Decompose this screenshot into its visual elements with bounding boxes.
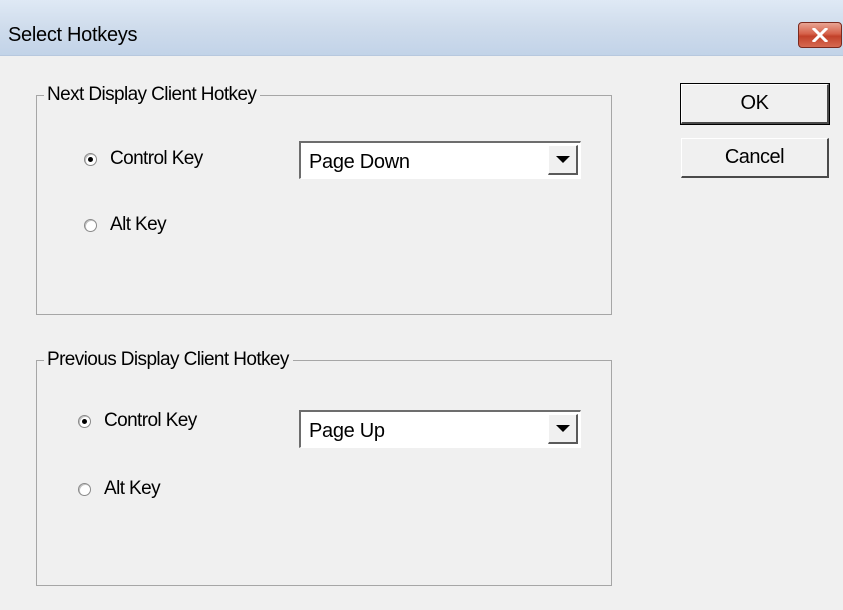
previous-hotkey-group: Previous Display Client Hotkey [36, 347, 612, 586]
previous-control-key-label: Control Key [104, 410, 197, 431]
chevron-down-icon [555, 156, 570, 163]
previous-key-dropdown-button[interactable] [548, 414, 578, 444]
previous-key-select[interactable]: Page Up [299, 410, 581, 448]
select-hotkeys-dialog: Select Hotkeys Next Display Client Hotke… [0, 0, 843, 610]
previous-alt-key-radio[interactable]: Alt Key [78, 478, 161, 500]
cancel-button[interactable]: Cancel [681, 138, 829, 178]
previous-key-select-value: Page Up [309, 420, 385, 442]
next-hotkey-group-label: Next Display Client Hotkey [44, 82, 261, 108]
radio-checked-icon [78, 414, 91, 428]
next-key-select[interactable]: Page Down [299, 141, 581, 179]
close-icon [812, 28, 828, 42]
next-hotkey-group: Next Display Client Hotkey [36, 82, 612, 315]
chevron-down-icon [555, 425, 570, 432]
radio-unchecked-icon [84, 218, 97, 232]
title-bar: Select Hotkeys [0, 0, 843, 56]
window-title: Select Hotkeys [8, 24, 138, 46]
radio-checked-icon [84, 152, 97, 166]
next-key-select-value: Page Down [309, 151, 410, 173]
next-key-dropdown-button[interactable] [548, 145, 578, 175]
next-control-key-label: Control Key [110, 148, 203, 169]
ok-button[interactable]: OK [680, 83, 830, 125]
previous-alt-key-label: Alt Key [104, 478, 161, 499]
close-button[interactable] [798, 22, 842, 48]
radio-unchecked-icon [78, 482, 91, 496]
next-control-key-radio[interactable]: Control Key [84, 148, 203, 170]
previous-hotkey-group-label: Previous Display Client Hotkey [44, 347, 293, 373]
next-alt-key-label: Alt Key [110, 214, 167, 235]
next-alt-key-radio[interactable]: Alt Key [84, 214, 167, 236]
previous-control-key-radio[interactable]: Control Key [78, 410, 197, 432]
